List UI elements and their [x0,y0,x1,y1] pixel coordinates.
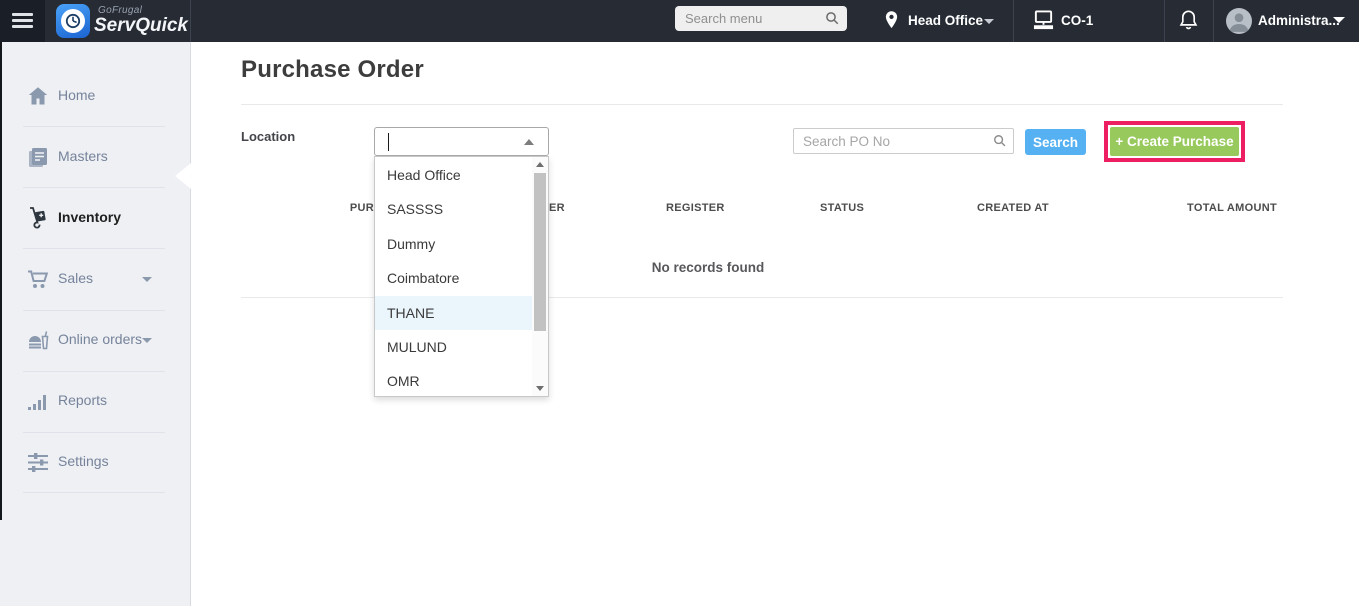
menu-search-input[interactable] [675,6,847,31]
online-orders-icon [29,331,49,350]
scroll-up-arrow-icon[interactable] [536,162,544,167]
sidebar-divider [23,310,165,311]
po-search [793,128,1014,154]
dropdown-option[interactable]: MULUND [375,330,533,364]
user-name: Administra... [1258,13,1340,28]
sidebar-item-label: Home [58,87,96,103]
sidebar-divider [23,432,165,433]
dropdown-option[interactable]: Head Office [375,158,533,192]
location-dropdown-list: Head Office SASSSS Dummy Coimbatore THAN… [374,156,549,397]
chevron-down-icon [1333,17,1345,23]
table-header-fragment: PUR [349,202,374,214]
sidebar-divider [23,371,165,372]
servquick-logo-icon [56,4,90,38]
register-icon [1033,10,1054,30]
search-icon [994,135,1006,147]
register-selector[interactable]: CO-1 [1028,0,1148,42]
table-header-status: STATUS [820,202,865,214]
brand-product: ServQuick [94,15,188,36]
avatar [1226,8,1252,34]
scrollbar-thumb[interactable] [534,173,546,331]
settings-icon [28,453,48,472]
sales-icon [28,270,49,288]
dropdown-scrollbar[interactable] [532,157,548,396]
register-label: CO-1 [1061,13,1094,28]
search-icon [826,12,839,25]
sidebar-item-settings[interactable]: Settings [0,442,191,482]
table-header-fragment: ER [549,202,565,214]
option-label: Dummy [387,236,436,252]
sidebar-item-home[interactable]: Home [0,76,191,116]
topbar: GoFrugal ServQuick Head Office [0,0,1359,42]
topbar-divider [1164,0,1165,42]
create-purchase-highlight: + Create Purchase [1104,121,1245,162]
active-item-pointer [175,163,191,189]
table-header-created-at: CREATED AT [977,202,1049,214]
dropdown-option[interactable]: Coimbatore [375,261,533,295]
sidebar-item-label: Sales [58,270,94,286]
table-header-total-amount: TOTAL AMOUNT [1187,202,1277,214]
sidebar-item-online-orders[interactable]: Online orders [0,320,191,360]
sidebar-item-reports[interactable]: Reports [0,381,191,421]
menu-icon[interactable] [0,0,45,42]
servquick-app: GoFrugal ServQuick Head Office [0,0,1359,606]
inventory-icon [30,207,46,229]
po-search-input[interactable] [793,128,1014,154]
dropdown-option[interactable]: Dummy [375,227,533,261]
option-label: Head Office [387,167,461,183]
location-pin-icon [885,11,898,29]
sidebar-item-label: Reports [58,392,108,408]
location-filter-label: Location [241,129,296,144]
location-combobox[interactable] [374,127,549,156]
sidebar: Home Masters Inventory Sales Online orde… [0,42,191,606]
empty-table-message: No records found [651,260,765,275]
option-label: OMR [387,373,420,389]
dropdown-option-highlighted[interactable]: THANE [375,296,533,330]
store-location-selector[interactable]: Head Office [880,0,1010,42]
content-divider [241,104,1283,105]
option-label: Coimbatore [387,270,460,286]
option-label: MULUND [387,339,447,355]
menu-search [675,6,847,31]
home-icon [28,87,48,105]
sidebar-item-label: Masters [58,148,108,164]
chevron-down-icon [142,277,152,282]
sidebar-item-masters[interactable]: Masters [0,137,191,177]
topbar-divider [1213,0,1214,42]
sidebar-item-sales[interactable]: Sales [0,259,191,299]
sidebar-divider [23,248,165,249]
dropdown-option[interactable]: OMR [375,364,533,398]
topbar-divider [1013,0,1014,42]
text-cursor [388,133,389,151]
sidebar-divider [23,187,165,188]
sidebar-divider [23,492,165,493]
page-title: Purchase Order [241,56,424,83]
dropdown-option[interactable]: SASSSS [375,192,533,226]
store-location-label: Head Office [908,13,984,28]
chevron-down-icon [984,19,994,24]
search-button[interactable]: Search [1025,129,1086,155]
table-header-register: REGISTER [666,202,725,214]
notifications-button[interactable] [1168,0,1213,42]
sidebar-item-label: Settings [58,453,109,469]
scroll-down-arrow-icon[interactable] [536,386,544,391]
sidebar-item-label: Inventory [58,209,122,225]
sidebar-item-inventory[interactable]: Inventory [0,198,191,238]
sidebar-item-label: Online orders [58,331,143,347]
chevron-up-icon[interactable] [524,139,534,145]
create-purchase-button[interactable]: + Create Purchase [1110,127,1239,156]
option-label: THANE [387,305,435,321]
chevron-down-icon [142,338,152,343]
reports-icon [28,395,46,410]
sidebar-divider [23,126,165,127]
masters-icon [29,148,47,167]
bell-icon [1179,10,1198,30]
option-label: SASSSS [387,201,444,217]
user-menu[interactable]: Administra... [1220,0,1359,42]
topbar-divider [190,0,191,42]
